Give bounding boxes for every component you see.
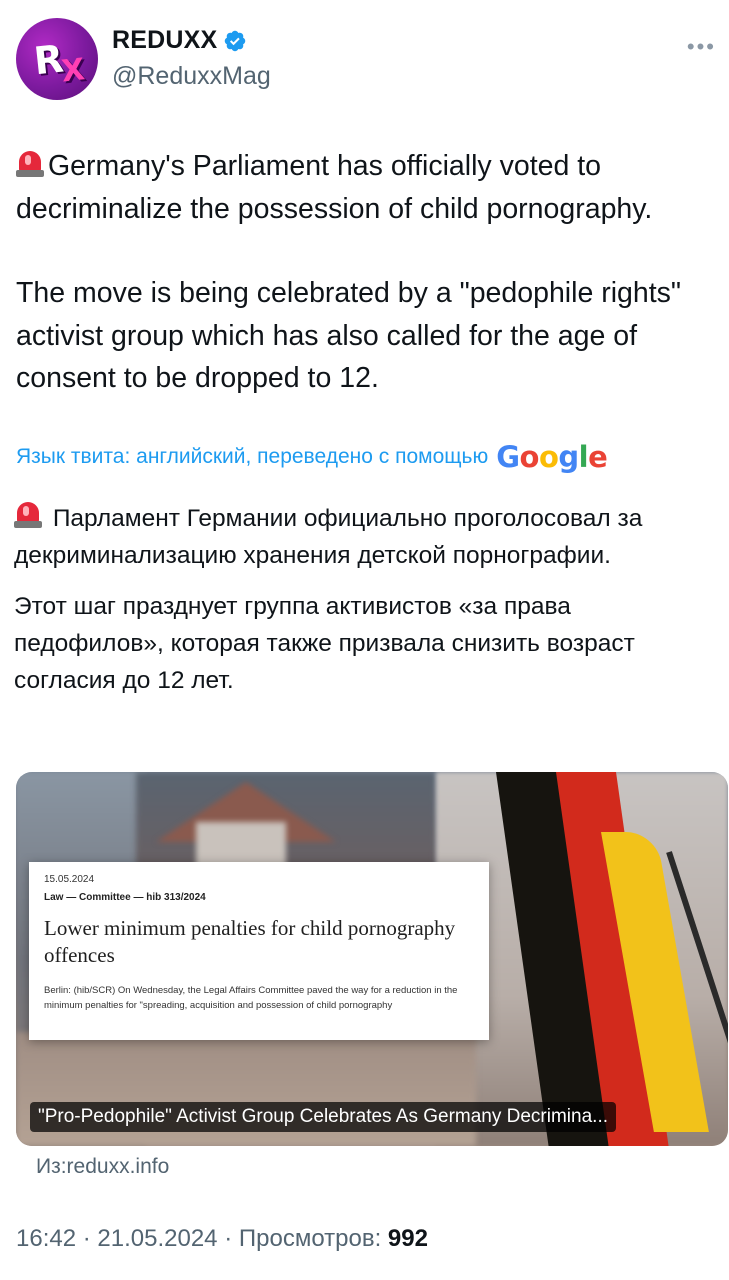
doc-body: Berlin: (hib/SCR) On Wednesday, the Lega… — [44, 985, 458, 1011]
verified-badge-icon — [225, 30, 246, 51]
display-name[interactable]: REDUXX — [112, 26, 217, 55]
meta-separator: · — [224, 1225, 233, 1252]
avatar[interactable]: RX — [16, 18, 98, 100]
doc-date: 15.05.2024 — [44, 874, 95, 885]
views-label: Просмотров: — [238, 1225, 382, 1252]
tweet-header: RX REDUXX @ReduxxMag ••• — [16, 18, 716, 100]
author-name-row: REDUXX — [112, 26, 247, 55]
translated-paragraph: Этот шаг празднует группа активистов «за… — [14, 593, 635, 694]
tweet-meta: 16:42 · 21.05.2024 · Просмотров: 992 — [16, 1225, 428, 1253]
translated-text: Парламент Германии официально проголосов… — [14, 500, 719, 699]
card-title[interactable]: "Pro-Pedophile" Activist Group Celebrate… — [30, 1102, 616, 1132]
tweet-date[interactable]: 21.05.2024 — [97, 1225, 217, 1252]
meta-separator: · — [82, 1225, 91, 1252]
google-logo: Google — [496, 440, 608, 474]
tweet-paragraph-text: Germany's Parliament has officially vote… — [16, 150, 653, 225]
views-count: 992 — [387, 1225, 428, 1252]
translation-notice[interactable]: Язык твита: английский, переведено с пом… — [16, 440, 608, 474]
doc-category: Law — Committee — hib 313/2024 — [44, 892, 206, 903]
tweet-body: Germany's Parliament has officially vote… — [16, 145, 721, 400]
doc-title: Lower minimum penalties for child pornog… — [44, 916, 456, 967]
tweet-time[interactable]: 16:42 — [16, 1225, 76, 1252]
tweet-paragraph: The move is being celebrated by a "pedop… — [16, 277, 682, 394]
author-handle[interactable]: @ReduxxMag — [112, 62, 271, 91]
translation-label: Язык твита: английский, переведено с пом… — [16, 445, 489, 468]
link-card[interactable]: 15.05.2024 Law — Committee — hib 313/202… — [16, 772, 728, 1146]
translated-paragraph-text: Парламент Германии официально проголосов… — [14, 505, 643, 569]
more-dots-icon[interactable]: ••• — [687, 34, 716, 60]
siren-emoji-icon — [14, 500, 42, 530]
card-document-excerpt: 15.05.2024 Law — Committee — hib 313/202… — [29, 862, 489, 1040]
tweet-paragraph: Germany's Parliament has officially vote… — [16, 145, 721, 230]
siren-emoji-icon — [16, 149, 44, 179]
card-source-link[interactable]: Из:reduxx.info — [36, 1155, 169, 1179]
avatar-logo: RX — [31, 36, 84, 90]
translated-paragraph: Парламент Германии официально проголосов… — [14, 500, 719, 574]
